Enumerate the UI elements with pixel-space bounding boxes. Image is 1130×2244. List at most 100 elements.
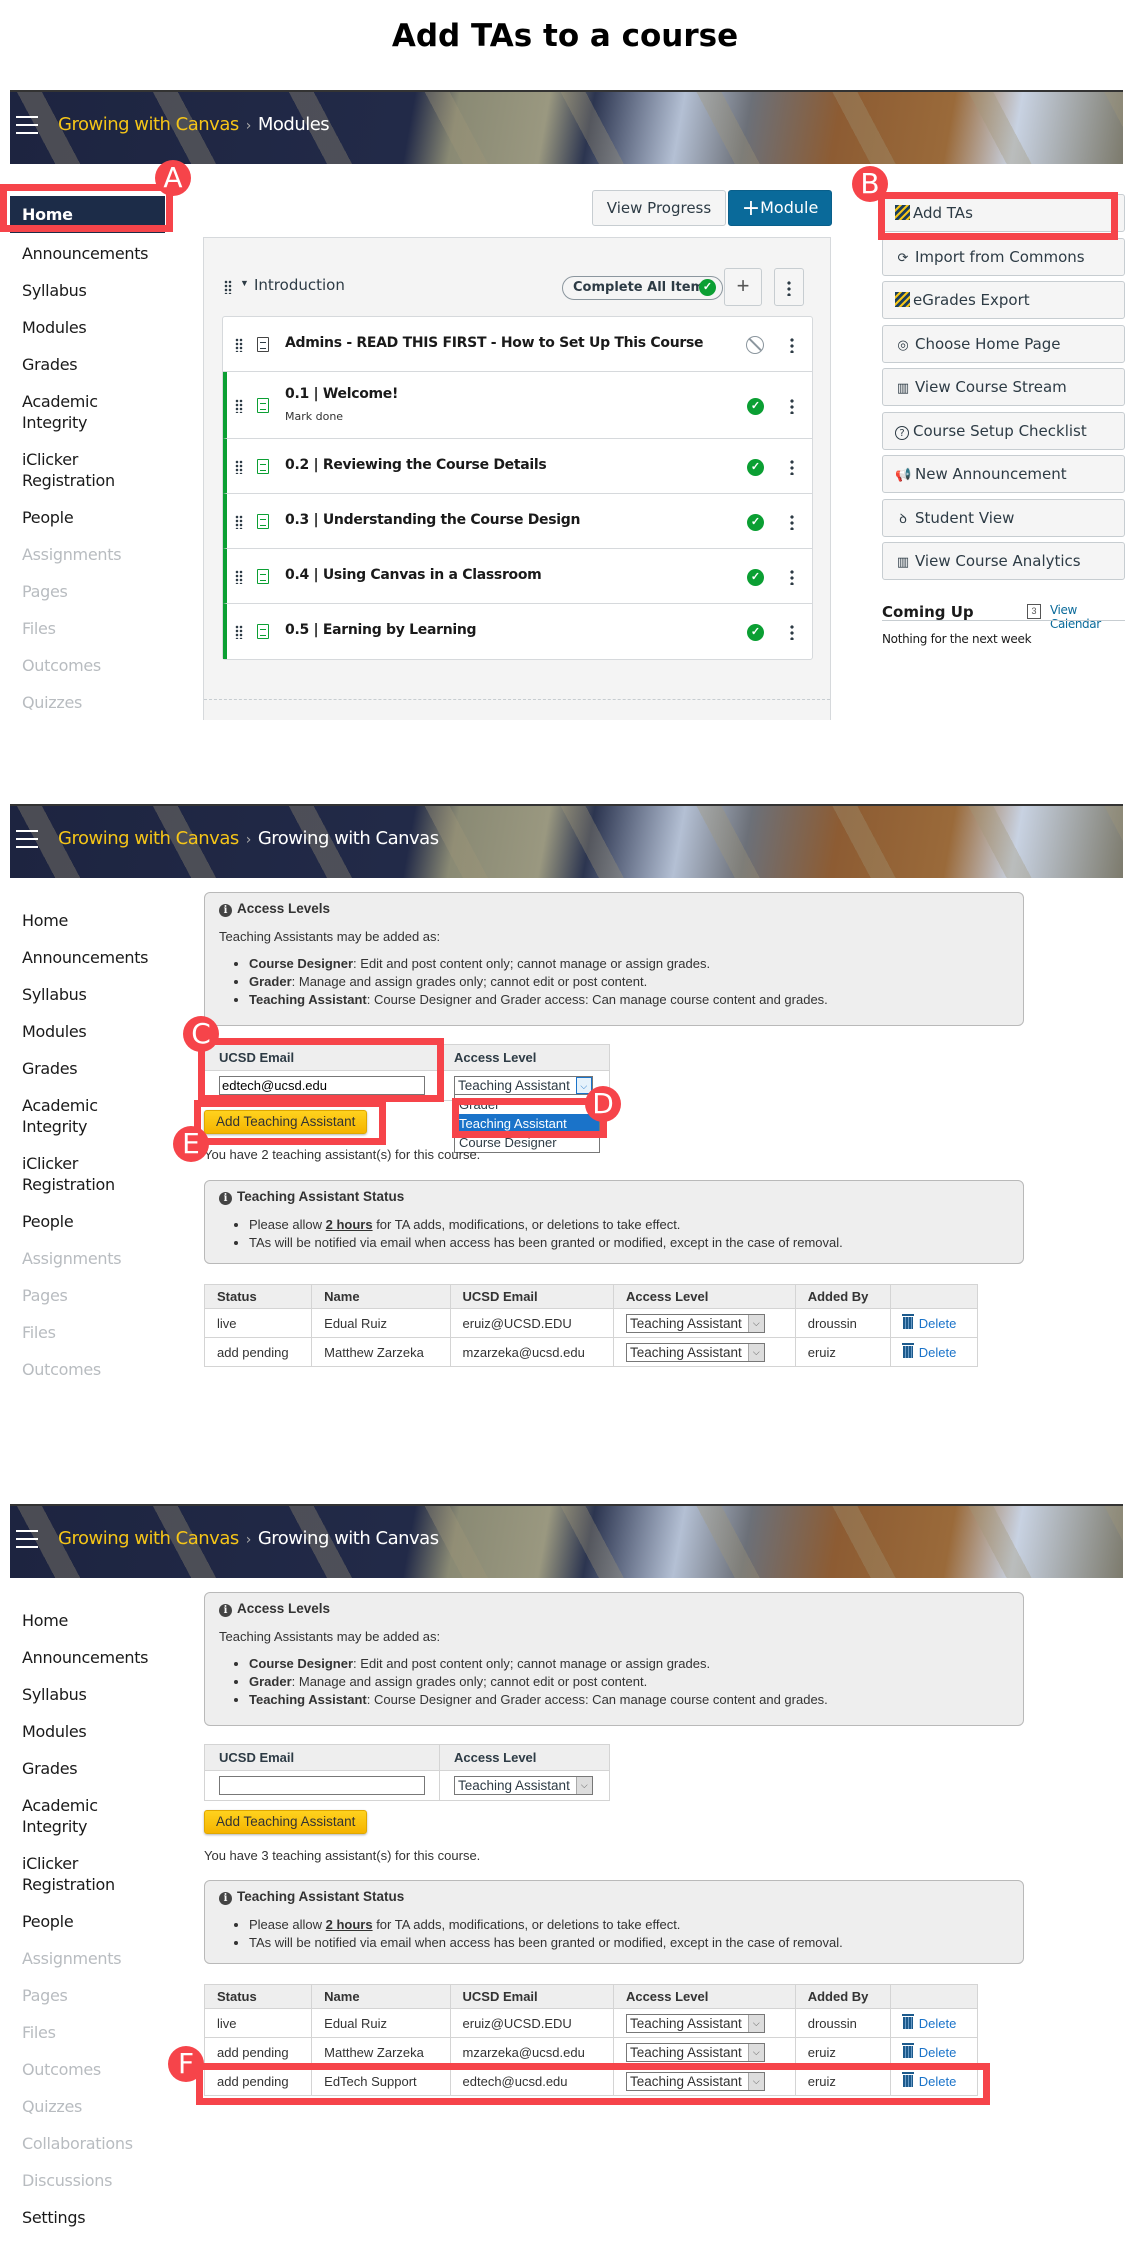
module-item-title[interactable]: 0.4 | Using Canvas in a Classroom: [285, 567, 542, 583]
module-options-button[interactable]: [774, 268, 804, 306]
kebab-icon[interactable]: [790, 513, 794, 530]
access-level-desc: : Course Designer and Grader access: Can…: [366, 1692, 828, 1707]
status-note: Please allow 2 hours for TA adds, modifi…: [249, 1217, 1009, 1232]
drag-handle-icon[interactable]: [235, 514, 243, 529]
hamburger-menu-icon[interactable]: [16, 830, 38, 850]
module-item[interactable]: 0.2 | Reviewing the Course Details ✓: [223, 439, 812, 494]
completed-check-icon[interactable]: ✓: [747, 568, 764, 586]
hamburger-menu-icon[interactable]: [16, 116, 38, 136]
sidebar-item-modules[interactable]: Modules: [10, 1021, 190, 1042]
breadcrumb-course[interactable]: Growing with Canvas: [58, 114, 239, 135]
sidebar-item-iclicker-registration[interactable]: iClicker Registration: [10, 1853, 130, 1895]
sidebar-item-grades[interactable]: Grades: [10, 354, 190, 375]
sidebar-item-syllabus[interactable]: Syllabus: [10, 280, 190, 301]
highlight-new-ta-row: [196, 2063, 990, 2105]
delete-button[interactable]: Delete: [901, 1313, 956, 1331]
unpublished-icon[interactable]: [746, 335, 764, 354]
view-course-analytics-button[interactable]: ▥ View Course Analytics: [882, 542, 1125, 580]
delete-button[interactable]: Delete: [901, 1342, 957, 1360]
drag-handle-icon[interactable]: [224, 280, 232, 294]
kebab-icon[interactable]: [790, 623, 794, 640]
module-item-title[interactable]: 0.5 | Earning by Learning: [285, 622, 477, 638]
access-level-select[interactable]: Teaching Assistant ⌵: [454, 1076, 593, 1095]
email-header: UCSD Email: [204, 1744, 440, 1771]
completed-check-icon[interactable]: ✓: [747, 623, 764, 641]
sidebar-item-home[interactable]: Home: [10, 910, 190, 931]
ta-access-select[interactable]: Teaching Assistant ⌵: [625, 2013, 765, 2033]
sidebar-item-grades[interactable]: Grades: [10, 1758, 190, 1779]
kebab-icon[interactable]: [790, 397, 794, 414]
delete-button[interactable]: Delete: [901, 2042, 956, 2060]
kebab-icon[interactable]: [790, 458, 794, 475]
sidebar-item-people[interactable]: People: [10, 1911, 190, 1932]
course-setup-checklist-button[interactable]: ? Course Setup Checklist: [882, 411, 1125, 450]
view-progress-button[interactable]: View Progress: [592, 190, 726, 226]
import-from-commons-button[interactable]: ⟳ Import from Commons: [882, 237, 1125, 276]
collapse-caret-icon[interactable]: ▼: [240, 278, 249, 288]
add-teaching-assistant-button[interactable]: Add Teaching Assistant: [204, 1810, 368, 1834]
access-level-select[interactable]: Teaching Assistant ⌵: [454, 1776, 593, 1795]
sidebar-item-academic-integrity[interactable]: Academic Integrity: [10, 391, 130, 433]
ta-added-by: eruiz: [794, 1337, 891, 1367]
annotation-marker: E: [173, 1126, 209, 1162]
module-item[interactable]: 0.5 | Earning by Learning ✓: [223, 604, 812, 659]
breadcrumb-course[interactable]: Growing with Canvas: [58, 1528, 239, 1549]
sidebar-item-iclicker-registration[interactable]: iClicker Registration: [10, 449, 130, 491]
view-calendar-link[interactable]: View Calendar: [1050, 603, 1130, 631]
module-item-title[interactable]: 0.1 | Welcome!: [285, 386, 398, 402]
mark-done-link[interactable]: Mark done: [285, 410, 343, 423]
egrades-export-button[interactable]: eGrades Export: [882, 281, 1125, 319]
published-check-icon[interactable]: ✓: [699, 279, 716, 296]
module-item[interactable]: Admins - READ THIS FIRST - How to Set Up…: [223, 317, 812, 372]
delete-label: Delete: [918, 1344, 957, 1360]
drag-handle-icon[interactable]: [235, 624, 243, 639]
breadcrumb-course[interactable]: Growing with Canvas: [58, 828, 239, 849]
module-title[interactable]: Introduction: [254, 276, 345, 294]
ta-access-select[interactable]: Teaching Assistant ⌵: [625, 2042, 765, 2062]
sidebar-item-announcements[interactable]: Announcements: [10, 947, 190, 968]
student-view-button[interactable]: ꝺ Student View: [882, 498, 1125, 537]
sidebar-item-people[interactable]: People: [10, 507, 190, 528]
module-item-title[interactable]: 0.3 | Understanding the Course Design: [285, 512, 580, 528]
kebab-icon[interactable]: [790, 336, 794, 353]
sidebar-item-modules[interactable]: Modules: [10, 1721, 190, 1742]
choose-home-page-button[interactable]: ◎ Choose Home Page: [882, 324, 1125, 363]
completed-check-icon[interactable]: ✓: [747, 458, 764, 476]
completed-check-icon[interactable]: ✓: [747, 513, 764, 531]
sidebar-item-announcements[interactable]: Announcements: [10, 1647, 190, 1668]
module-item[interactable]: 0.1 | Welcome! Mark done ✓: [223, 372, 812, 439]
drag-handle-icon[interactable]: [235, 337, 243, 352]
new-announcement-button[interactable]: 📢 New Announcement: [882, 455, 1125, 493]
module-item[interactable]: 0.4 | Using Canvas in a Classroom ✓: [223, 549, 812, 604]
sidebar-item-home[interactable]: Home: [10, 1610, 190, 1631]
delete-button[interactable]: Delete: [901, 2013, 956, 2031]
sidebar-item-announcements[interactable]: Announcements: [10, 243, 190, 264]
ta-access-select[interactable]: Teaching Assistant ⌵: [625, 1342, 765, 1362]
sidebar-item-people[interactable]: People: [10, 1211, 190, 1232]
drag-handle-icon[interactable]: [235, 459, 243, 474]
ta-access-select[interactable]: Teaching Assistant ⌵: [625, 1313, 765, 1333]
hamburger-menu-icon[interactable]: [16, 1530, 38, 1550]
module-item-title[interactable]: Admins - READ THIS FIRST - How to Set Up…: [285, 335, 704, 351]
sidebar-item-syllabus[interactable]: Syllabus: [10, 1684, 190, 1705]
ta-email: eruiz@UCSD.EDU: [449, 1308, 614, 1338]
drag-handle-icon[interactable]: [235, 569, 243, 584]
drag-handle-icon[interactable]: [235, 398, 243, 413]
completed-check-icon[interactable]: ✓: [747, 397, 764, 415]
sidebar-item-modules[interactable]: Modules: [10, 317, 190, 338]
sidebar-item-academic-integrity[interactable]: Academic Integrity: [10, 1095, 130, 1137]
kebab-icon[interactable]: [790, 568, 794, 585]
view-course-stream-button[interactable]: ▥ View Course Stream: [882, 368, 1125, 406]
sidebar-item-iclicker-registration[interactable]: iClicker Registration: [10, 1153, 130, 1195]
sidebar-item-syllabus[interactable]: Syllabus: [10, 984, 190, 1005]
sidebar-item-settings[interactable]: Settings: [10, 2207, 190, 2228]
add-item-button[interactable]: +: [724, 268, 762, 306]
question-icon: ?: [895, 425, 909, 440]
sidebar-item-grades[interactable]: Grades: [10, 1058, 190, 1079]
add-module-button[interactable]: +Module: [728, 190, 832, 226]
access-level-desc: : Manage and assign grades only; cannot …: [291, 974, 648, 989]
module-item-title[interactable]: 0.2 | Reviewing the Course Details: [285, 457, 547, 473]
ucsd-email-input[interactable]: [219, 1776, 425, 1795]
module-item[interactable]: 0.3 | Understanding the Course Design ✓: [223, 494, 812, 549]
sidebar-item-academic-integrity[interactable]: Academic Integrity: [10, 1795, 130, 1837]
